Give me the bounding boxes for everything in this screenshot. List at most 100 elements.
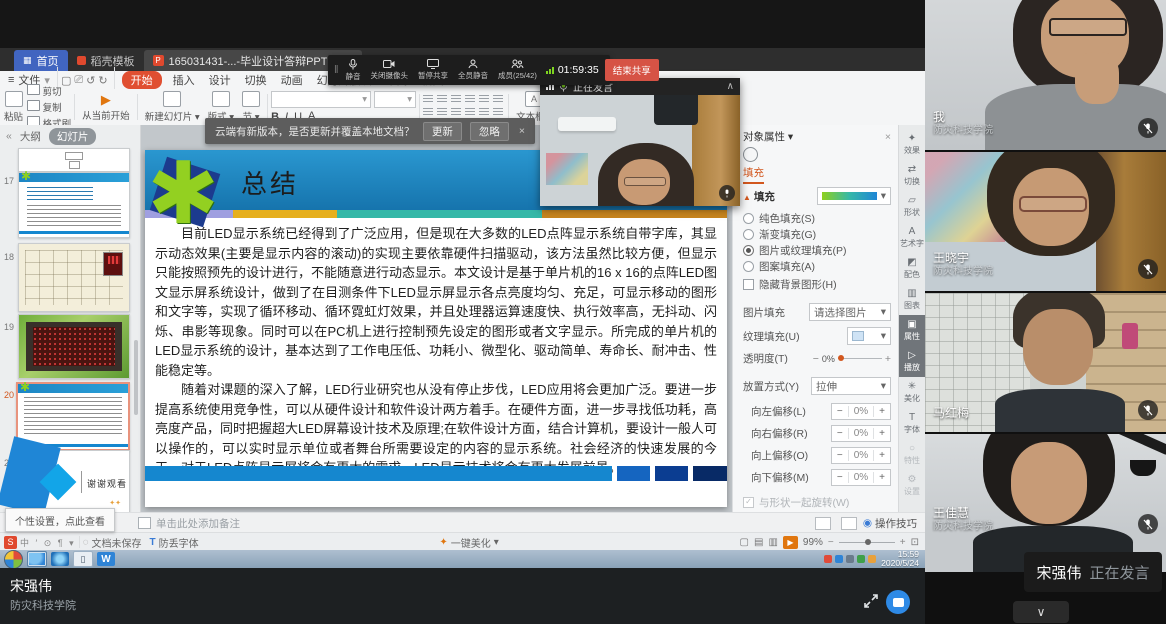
tab-home[interactable]: ▦ 首页 [14,50,68,71]
zoom-slider-handle[interactable] [865,539,871,545]
zoom-in-icon[interactable]: + [900,537,906,548]
drag-handle-icon[interactable]: ‖ [334,64,339,76]
cut-button[interactable]: 剪切 [27,84,71,98]
participant-tile-me[interactable]: 我 防灾科技学院 [925,0,1166,150]
taskbar-app2-icon[interactable] [51,552,69,566]
floating-camera-overlay[interactable]: 正在发言 ∧ [540,78,740,206]
fit-window-icon[interactable]: ⊡ [911,537,919,548]
fill-section-header[interactable]: ▲ 填充 [743,189,775,204]
camera-button[interactable]: 关闭摄像头 [366,59,414,81]
tray-icon-2[interactable] [835,555,843,563]
rail-item-colors[interactable]: ◩配色 [899,253,926,284]
slider-handle[interactable] [838,355,844,361]
input-method-tools[interactable]: 中 ′ ⊙ ¶ ▾ [20,536,76,549]
ribbon-tab-start[interactable]: 开始 [122,71,162,89]
copy-button[interactable]: 复制 [27,100,71,114]
notes-bar[interactable]: 单击此处添加备注 ◉ 操作技巧 [0,512,925,533]
rail-item-wordart[interactable]: A艺术字 [899,222,926,253]
close-notification-icon[interactable]: × [519,125,525,137]
participant-tile-3[interactable]: 马红梅 [925,293,1166,432]
redo-icon[interactable]: ↻ [95,74,110,87]
rail-item-play[interactable]: ▷播放 [899,346,926,377]
font-family-select[interactable]: ▾ [271,91,371,108]
slideshow-button[interactable]: ▶ [783,536,798,549]
members-button[interactable]: 成员(25/42) [493,59,542,81]
thumbnail-slide-18[interactable] [18,243,130,312]
placement-dropdown[interactable]: 拉伸 ▾ [811,377,891,395]
rail-item-settings[interactable]: ⚙设置 [899,470,926,501]
radio-picture-fill[interactable] [743,245,754,256]
thumbnail-scrollbar[interactable] [134,340,138,415]
taskbar-clock[interactable]: 15:59 2020/5/24 [881,550,919,568]
note-chip[interactable] [841,517,857,530]
offset-right-stepper[interactable]: −0%+ [831,425,891,442]
ribbon-tab-animation[interactable]: 动画 [274,72,310,88]
slider-track[interactable] [838,358,882,359]
tab-outline[interactable]: 大纲 [20,129,41,144]
ribbon-tab-design[interactable]: 设计 [202,72,238,88]
update-button[interactable]: 更新 [423,122,462,141]
beautify-button[interactable]: ✦ 一键美化 ▾ [439,535,498,550]
collapse-overlay-icon[interactable]: ∧ [727,81,734,92]
rail-item-features[interactable]: ○特性 [899,439,926,470]
print-icon[interactable]: ⎚ [71,74,86,87]
collapse-panel-icon[interactable]: « [6,130,12,142]
offset-up-stepper[interactable]: −0%+ [831,447,891,464]
end-share-button[interactable]: 结束共享 [605,59,659,81]
texture-fill-dropdown[interactable]: ▾ [847,327,891,345]
play-from-current-button[interactable]: ▶ 从当前开始 [78,93,134,122]
taskbar-wps-icon[interactable]: W [97,552,115,566]
read-view-icon[interactable]: ▥ [768,537,777,548]
font-size-select[interactable]: ▾ [374,91,416,108]
rail-item-effects[interactable]: ✦效果 [899,129,926,160]
tray-icon-4[interactable] [857,555,865,563]
ribbon-tab-transition[interactable]: 切换 [238,72,274,88]
normal-view-icon[interactable]: ▢ [740,537,749,548]
paragraph-tools[interactable] [423,95,505,119]
font-protect-status[interactable]: T 防丢字体 [150,535,199,550]
ribbon-tab-insert[interactable]: 插入 [166,72,202,88]
tab-slides[interactable]: 幻灯片 [49,128,97,145]
tray-icon-1[interactable] [824,555,832,563]
close-panel-icon[interactable]: × [885,131,891,143]
picture-fill-dropdown[interactable]: 请选择图片 ▾ [809,303,891,321]
start-button[interactable] [4,550,23,569]
thumbnail-slide-17[interactable]: ✱ [18,172,130,238]
thumbnail-slide-19[interactable] [18,314,130,379]
taskbar-browser-icon[interactable] [27,551,47,567]
hamburger-icon[interactable]: ≡ [0,74,18,86]
participants-scroll-down-button[interactable]: ∨ [1013,601,1069,623]
rail-item-transition[interactable]: ⇄切换 [899,160,926,191]
sorter-view-icon[interactable]: ▤ [754,537,763,548]
new-slide-button[interactable]: 新建幻灯片 ▾ [141,91,204,123]
sogou-input-icon[interactable]: S [4,536,17,549]
tray-icon-5[interactable] [868,555,876,563]
share-button[interactable]: 暂停共享 [413,59,453,81]
rail-item-properties[interactable]: ▣属性 [899,315,926,346]
radio-pattern-fill[interactable] [743,261,754,272]
ignore-button[interactable]: 忽略 [470,122,509,141]
zoom-slider[interactable] [839,542,895,543]
paste-button[interactable]: 粘贴 [0,91,27,123]
thumbnail-slide-21[interactable]: 谢谢观看 ✦✦ [18,450,130,514]
radio-gradient-fill[interactable] [743,229,754,240]
rail-item-font[interactable]: T字体 [899,408,926,439]
mute-all-button[interactable]: 全员静音 [453,59,493,81]
thumbnail-slide-16[interactable] [18,148,130,172]
rail-item-chart[interactable]: ▥图表 [899,284,926,315]
zoom-level[interactable]: 99% [803,537,823,548]
offset-down-stepper[interactable]: −0%+ [831,469,891,486]
rail-item-beautify[interactable]: ✳美化 [899,377,926,408]
mute-button[interactable]: 静音 [341,59,366,82]
transparency-slider[interactable]: − 0% + [813,353,891,365]
taskbar-phone-icon[interactable]: ▯ [73,551,93,567]
fullscreen-expand-icon[interactable] [862,592,880,610]
rail-item-shapes[interactable]: ▱形状 [899,191,926,222]
chat-bubble-button[interactable] [886,590,910,614]
radio-solid-fill[interactable] [743,213,754,224]
hide-background-checkbox[interactable] [743,279,754,290]
tab-docer[interactable]: 稻壳模板 [68,50,144,71]
zoom-out-icon[interactable]: − [828,537,834,548]
comment-chip[interactable] [815,517,831,530]
rotate-with-shape-checkbox[interactable]: ✓ [743,497,754,508]
